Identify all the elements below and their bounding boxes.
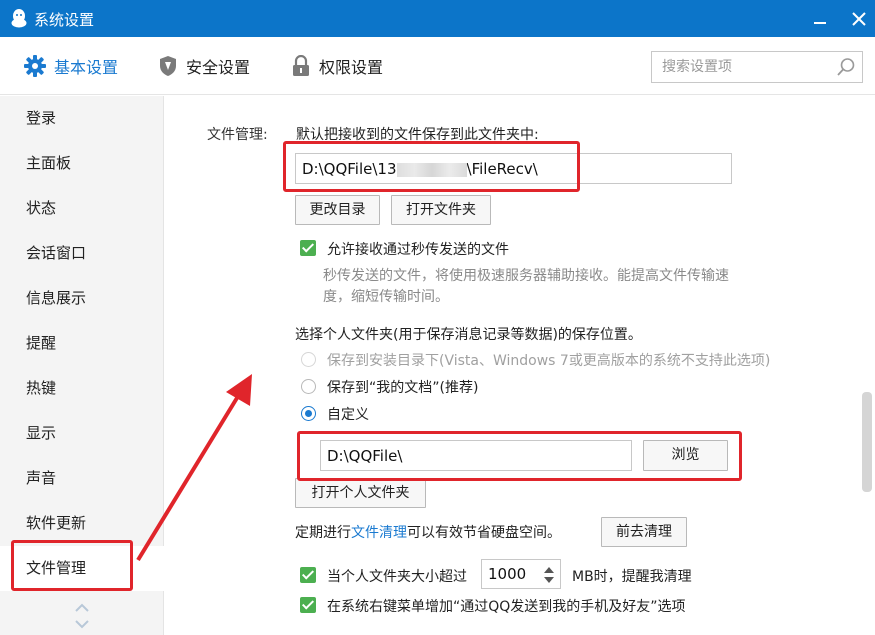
allow-fast-transfer-checkbox[interactable]: [300, 240, 316, 256]
radio-custom[interactable]: [301, 406, 316, 421]
sidebar-item-reminder[interactable]: 提醒: [0, 321, 164, 366]
receive-path-value: D:\QQFile\13 \FileRecv\: [302, 160, 538, 178]
cleanup-hint: 定期进行文件清理可以有效节省硬盘空间。: [295, 525, 561, 541]
sidebar-item-hotkeys[interactable]: 热键: [0, 366, 164, 411]
go-cleanup-button[interactable]: 前去清理: [601, 517, 687, 547]
shield-icon: [160, 56, 176, 76]
size-limit-value: 1000: [488, 565, 527, 583]
context-menu-label: 在系统右键菜单增加“通过QQ发送到我的手机及好友”选项: [327, 599, 686, 615]
sidebar-item-login[interactable]: 登录: [0, 96, 164, 141]
tab-label: 权限设置: [319, 58, 384, 77]
sidebar-item-software-update[interactable]: 软件更新: [0, 501, 164, 546]
window-title: 系统设置: [34, 11, 95, 29]
receive-path-field[interactable]: D:\QQFile\13 \FileRecv\: [295, 153, 732, 184]
sidebar-item-display[interactable]: 显示: [0, 411, 164, 456]
allow-fast-transfer-desc: 秒传发送的文件，将使用极速服务器辅助接收。能提高文件传输速: [323, 268, 729, 284]
size-limit-checkbox[interactable]: [300, 567, 316, 583]
tab-label: 安全设置: [186, 58, 251, 77]
tab-label: 基本设置: [54, 58, 119, 77]
personal-folder-title: 选择个人文件夹(用于保存消息记录等数据)的保存位置。: [295, 327, 642, 343]
size-limit-stepper[interactable]: 1000: [481, 559, 561, 589]
sidebar-item-info-display[interactable]: 信息展示: [0, 276, 164, 321]
custom-path-field[interactable]: D:\QQFile\: [320, 440, 632, 471]
search-box[interactable]: [651, 51, 863, 83]
radio-my-documents[interactable]: [301, 379, 316, 394]
chevron-up-icon[interactable]: [74, 601, 90, 613]
sidebar-item-main-panel[interactable]: 主面板: [0, 141, 164, 186]
settings-toolbar: 基本设置 安全设置 权限设置: [0, 37, 875, 95]
tab-permission-settings[interactable]: 权限设置: [291, 52, 383, 80]
sidebar-item-chat-window[interactable]: 会话窗口: [0, 231, 164, 276]
gear-icon: [24, 55, 46, 77]
minimize-button[interactable]: [808, 8, 832, 30]
size-limit-label: 当个人文件夹大小超过: [327, 569, 467, 585]
tab-security-settings[interactable]: 安全设置: [158, 52, 250, 80]
allow-fast-transfer-label: 允许接收通过秒传发送的文件: [327, 242, 509, 258]
section-label: 文件管理:: [207, 127, 268, 143]
content-scrollbar[interactable]: [862, 392, 872, 492]
context-menu-checkbox[interactable]: [300, 597, 316, 613]
change-directory-button[interactable]: 更改目录: [295, 195, 380, 225]
sidebar-item-status[interactable]: 状态: [0, 186, 164, 231]
file-management-panel: 文件管理: 默认把接收到的文件保存到此文件夹中: D:\QQFile\13 \Fi…: [165, 96, 875, 635]
redacted-segment: [396, 162, 467, 177]
radio-my-documents-label: 保存到“我的文档”(推荐): [327, 380, 479, 396]
stepper-up-icon[interactable]: [544, 567, 554, 573]
save-location-desc: 默认把接收到的文件保存到此文件夹中:: [296, 127, 539, 143]
radio-custom-label: 自定义: [327, 407, 369, 423]
settings-sidebar: 登录 主面板 状态 会话窗口 信息展示 提醒 热键 显示 声音 软件更新 文件管…: [0, 96, 164, 635]
browse-button[interactable]: 浏览: [643, 440, 728, 471]
close-icon[interactable]: [846, 6, 872, 32]
radio-install-dir[interactable]: [301, 352, 316, 367]
search-icon[interactable]: [836, 57, 856, 77]
tab-basic-settings[interactable]: 基本设置: [24, 52, 118, 80]
stepper-down-icon[interactable]: [544, 577, 554, 583]
search-input[interactable]: [652, 52, 824, 82]
sidebar-item-file-management[interactable]: 文件管理: [0, 546, 164, 591]
qq-penguin-icon: [11, 9, 27, 28]
allow-fast-transfer-desc: 度，缩短传输时间。: [323, 289, 449, 305]
title-bar: 系统设置: [0, 0, 875, 37]
open-folder-button[interactable]: 打开文件夹: [391, 195, 491, 225]
chevron-down-icon[interactable]: [74, 618, 90, 630]
size-limit-suffix: MB时，提醒我清理: [572, 569, 692, 585]
file-cleanup-link[interactable]: 文件清理: [351, 525, 407, 541]
sidebar-item-sound[interactable]: 声音: [0, 456, 164, 501]
open-personal-folder-button[interactable]: 打开个人文件夹: [295, 478, 426, 508]
radio-install-dir-label: 保存到安装目录下(Vista、Windows 7或更高版本的系统不支持此选项): [327, 353, 771, 369]
lock-icon: [293, 55, 309, 76]
